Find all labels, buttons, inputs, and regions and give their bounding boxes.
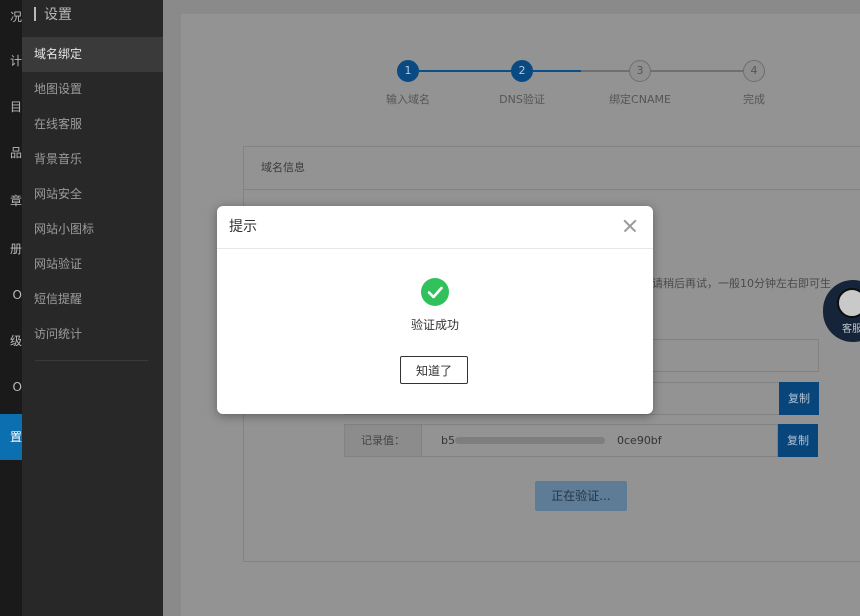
step-label: 绑定CNAME	[609, 93, 671, 106]
sidebar-item-visit-stats[interactable]: 访问统计	[22, 317, 163, 352]
sidebar-item-site-verification[interactable]: 网站验证	[22, 247, 163, 282]
record-value-redaction	[455, 437, 605, 444]
step-dns-verify: 2 DNS验证	[477, 60, 567, 107]
rail-item-columns[interactable]: 目	[0, 90, 22, 125]
sidebar-item-site-security[interactable]: 网站安全	[22, 177, 163, 212]
sidebar-item-sms-alerts[interactable]: 短信提醒	[22, 282, 163, 317]
sidebar-item-favicon[interactable]: 网站小图标	[22, 212, 163, 247]
step-complete: 4 完成	[709, 60, 799, 107]
record-value-row: 记录值： b5 0ce90bf	[344, 424, 778, 457]
record-value-end: 0ce90bf	[617, 434, 662, 447]
sidebar-divider	[35, 360, 148, 361]
sidebar-item-online-service[interactable]: 在线客服	[22, 107, 163, 142]
sidebar-title-text: 设置	[44, 7, 72, 23]
step-number: 4	[743, 60, 765, 82]
verifying-button[interactable]: 正在验证...	[535, 481, 627, 511]
rail-item-o[interactable]: O	[0, 370, 22, 405]
step-label: 完成	[743, 93, 765, 106]
record-value-label: 记录值：	[345, 425, 422, 456]
checkmark-icon	[427, 286, 443, 299]
step-label: DNS验证	[499, 93, 545, 106]
settings-sidebar: 设置 域名绑定 地图设置 在线客服 背景音乐 网站安全 网站小图标 网站验证 短…	[22, 0, 163, 616]
confirm-button[interactable]: 知道了	[400, 356, 468, 384]
progress-steps: 1 输入域名 2 DNS验证 3 绑定CNAME 4 完成	[163, 0, 860, 120]
rail-item-overview[interactable]: 况	[0, 0, 22, 35]
copy-button[interactable]: 复制	[779, 382, 819, 415]
sidebar-item-map-settings[interactable]: 地图设置	[22, 72, 163, 107]
customer-service-label: 客服	[842, 324, 860, 335]
rail-item-advanced[interactable]: 级	[0, 324, 22, 359]
agent-avatar-icon	[837, 288, 860, 318]
panel-title: 域名信息	[244, 147, 860, 190]
retry-note: 请稍后再试，一般10分钟左右即可生	[652, 277, 831, 290]
dialog-message: 验证成功	[410, 318, 459, 332]
check-circle-icon	[421, 278, 449, 306]
record-value-start: b5	[441, 434, 455, 447]
sidebar-item-background-music[interactable]: 背景音乐	[22, 142, 163, 177]
title-bar-decoration	[34, 7, 36, 21]
dialog-title: 提示	[217, 206, 653, 249]
rail-item-products[interactable]: 品	[0, 136, 22, 171]
success-dialog: 提示 验证成功 知道了	[217, 206, 653, 414]
copy-record-value-button[interactable]: 复制	[778, 424, 818, 457]
step-bind-cname: 3 绑定CNAME	[595, 60, 685, 107]
rail-item-stats[interactable]: 计	[0, 44, 22, 79]
rail-item-albums[interactable]: 册	[0, 232, 22, 267]
sidebar-item-domain-binding[interactable]: 域名绑定	[22, 37, 163, 72]
main-nav-rail: 况 计 目 品 章 册 O 级 O 置	[0, 0, 22, 616]
rail-item-seo[interactable]: O	[0, 278, 22, 313]
step-number: 2	[511, 60, 533, 82]
close-icon[interactable]	[619, 215, 641, 237]
rail-item-settings[interactable]: 置	[0, 414, 22, 460]
step-number: 3	[629, 60, 651, 82]
step-enter-domain: 1 输入域名	[363, 60, 453, 107]
sidebar-title: 设置	[22, 0, 163, 37]
rail-item-articles[interactable]: 章	[0, 184, 22, 219]
step-label: 输入域名	[386, 93, 430, 106]
step-number: 1	[397, 60, 419, 82]
